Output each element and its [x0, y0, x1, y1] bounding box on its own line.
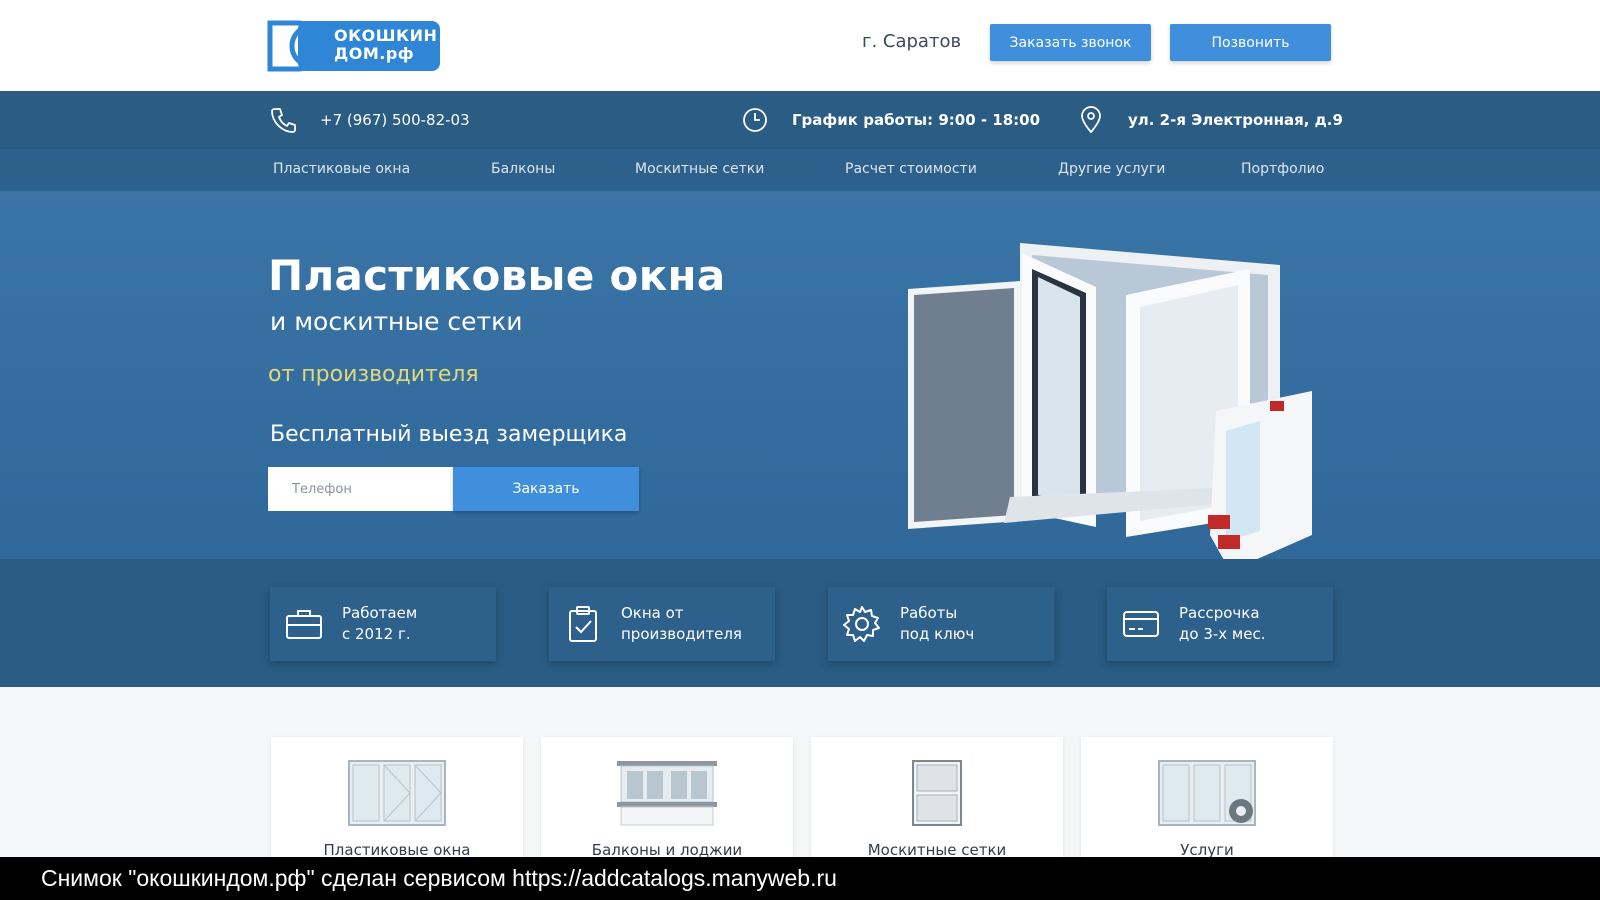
nav-item-plastic-windows[interactable]: Пластиковые окна	[273, 161, 410, 177]
nav-item-balconies[interactable]: Балконы	[491, 161, 555, 177]
phone-icon	[271, 108, 296, 133]
feature-line: до 3-х мес.	[1179, 625, 1266, 643]
balcony-icon	[617, 761, 717, 826]
feature-text: Работы под ключ	[900, 603, 974, 645]
clock-icon	[743, 108, 767, 132]
city-selector[interactable]: г. Саратов	[862, 31, 961, 52]
nav-item-cost-calculation[interactable]: Расчет стоимости	[845, 161, 977, 177]
nav-item-mosquito-nets[interactable]: Москитные сетки	[635, 161, 764, 177]
feature-text: Окна от производителя	[621, 603, 742, 645]
services-section: Пластиковые окна Балконы и лоджии Москит…	[0, 687, 1600, 877]
info-hours: График работы: 9:00 - 18:00	[740, 91, 1040, 149]
info-address: ул. 2-я Электронная, д.9	[1076, 91, 1343, 149]
logo-line1: ОКОШКИН	[334, 26, 438, 45]
screenshot-caption: Снимок "окошкиндом.рф" сделан сервисом h…	[0, 857, 1600, 900]
feature-text: Рассрочка до 3-х мес.	[1179, 603, 1265, 645]
features-band: Работаем с 2012 г. Окна от производителя…	[0, 559, 1600, 687]
site-header: ОКОШКИН ДОМ.рф г. Саратов Заказать звоно…	[0, 0, 1600, 91]
main-nav: Пластиковые окна Балконы Москитные сетки…	[0, 149, 1600, 191]
feature-text: Работаем с 2012 г.	[342, 603, 417, 645]
feature-turnkey: Работы под ключ	[828, 587, 1054, 661]
location-pin-icon	[1081, 106, 1101, 134]
feature-installment: Рассрочка до 3-х мес.	[1107, 587, 1333, 661]
service-card-plastic-windows[interactable]: Пластиковые окна	[271, 737, 523, 877]
briefcase-icon	[286, 610, 322, 639]
feature-line: Окна от	[621, 604, 684, 622]
phone-number: +7 (967) 500-82-03	[320, 111, 470, 129]
info-phone[interactable]: +7 (967) 500-82-03	[268, 91, 470, 149]
call-button[interactable]: Позвонить	[1170, 24, 1331, 61]
nav-item-other-services[interactable]: Другие услуги	[1058, 161, 1165, 177]
request-call-button[interactable]: Заказать звонок	[990, 24, 1151, 61]
mosquito-net-icon	[912, 760, 962, 826]
window-product-image	[908, 243, 1312, 571]
feature-line: под ключ	[900, 625, 975, 643]
service-card-services[interactable]: Услуги	[1081, 737, 1333, 877]
feature-line: производителя	[621, 625, 742, 643]
feature-experience: Работаем с 2012 г.	[270, 587, 496, 661]
service-card-balconies[interactable]: Балконы и лоджии	[541, 737, 793, 877]
window-triple-icon	[348, 760, 446, 826]
hero-subtitle: и москитные сетки	[270, 307, 523, 336]
logo-line2: ДОМ.рф	[334, 44, 415, 63]
order-button[interactable]: Заказать	[453, 467, 639, 511]
credit-card-icon	[1123, 611, 1159, 637]
hero-title: Пластиковые окна	[268, 251, 726, 300]
phone-input[interactable]	[268, 467, 453, 511]
service-card-mosquito-nets[interactable]: Москитные сетки	[811, 737, 1063, 877]
feature-manufacturer: Окна от производителя	[549, 587, 775, 661]
work-hours: График работы: 9:00 - 18:00	[792, 111, 1041, 129]
site-logo[interactable]: ОКОШКИН ДОМ.рф	[264, 19, 442, 73]
feature-line: Рассрочка	[1179, 604, 1260, 622]
clipboard-check-icon	[569, 606, 597, 642]
window-service-icon	[1158, 760, 1256, 826]
feature-line: Работаем	[342, 604, 418, 622]
gear-icon	[843, 606, 880, 642]
feature-line: Работы	[900, 604, 958, 622]
free-measure-heading: Бесплатный выезд замерщика	[270, 422, 628, 447]
address: ул. 2-я Электронная, д.9	[1128, 111, 1343, 129]
nav-item-portfolio[interactable]: Портфолио	[1241, 161, 1324, 177]
hero-section: Пластиковые окна и москитные сетки от пр…	[0, 191, 1600, 571]
info-bar: +7 (967) 500-82-03 График работы: 9:00 -…	[0, 91, 1600, 149]
logo-text: ОКОШКИН ДОМ.рф	[334, 27, 437, 63]
feature-line: с 2012 г.	[342, 625, 411, 643]
hero-accent: от производителя	[268, 362, 479, 387]
